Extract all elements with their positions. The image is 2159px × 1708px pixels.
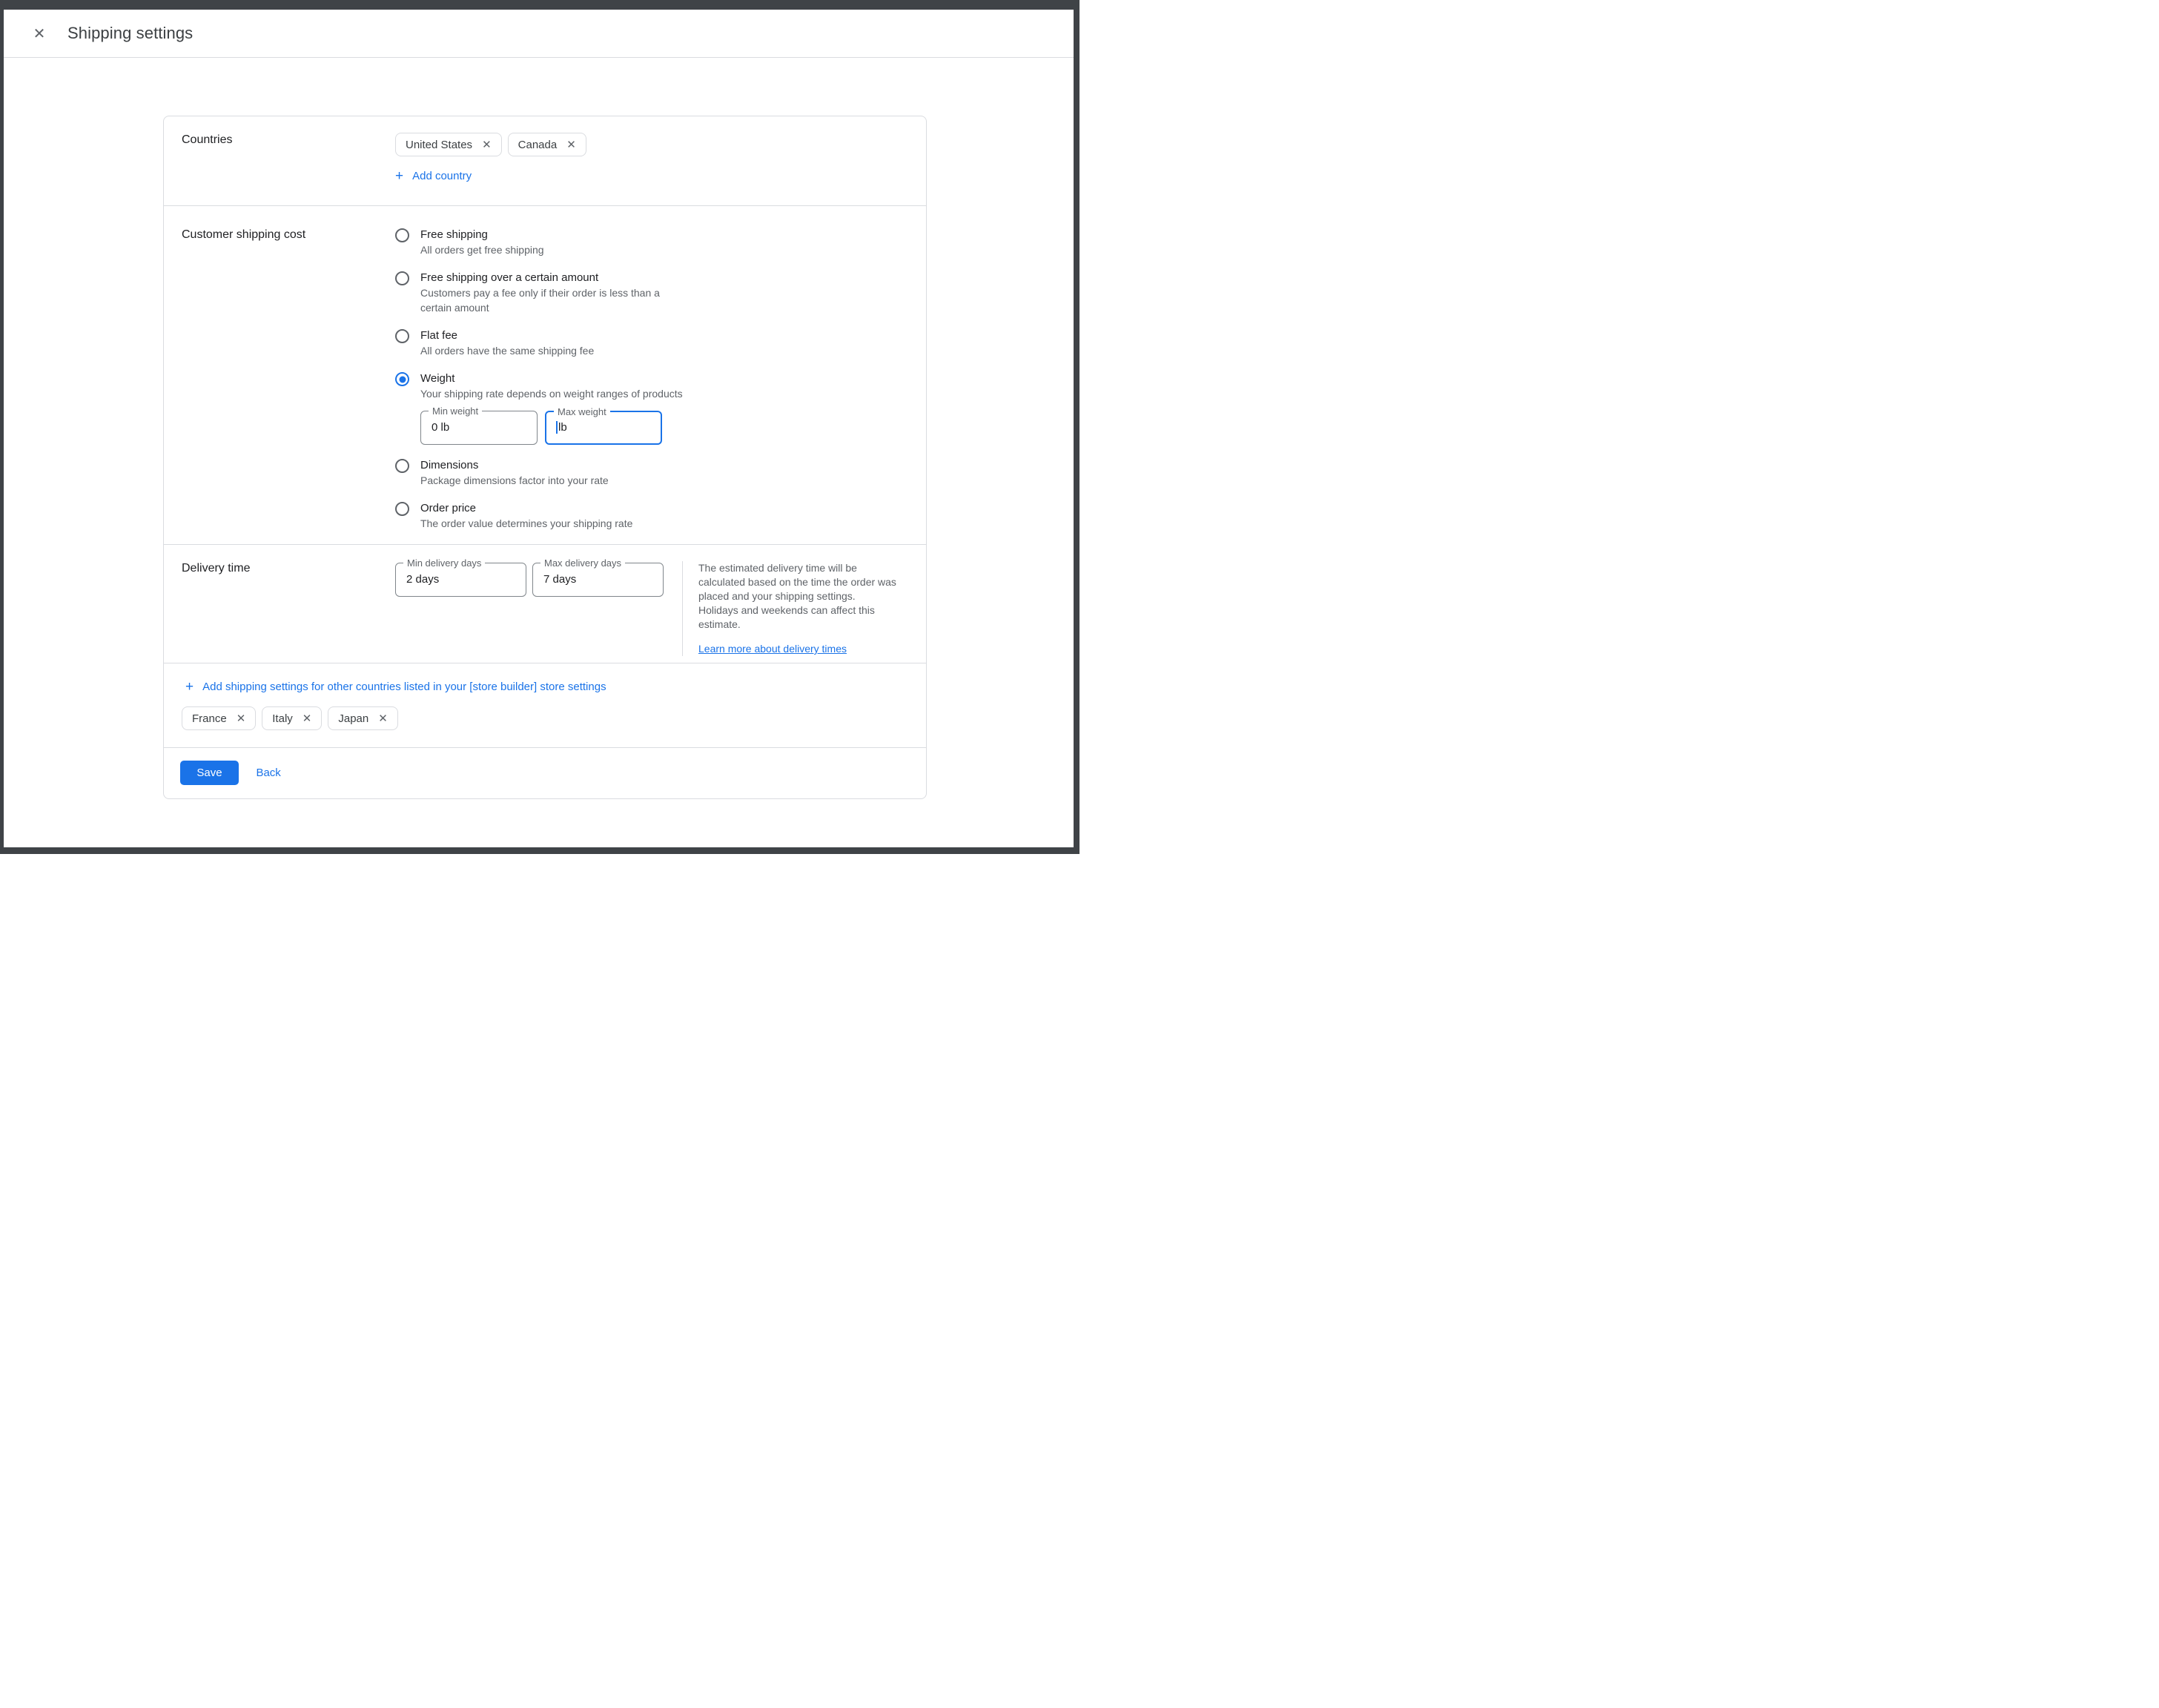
option-description: All orders get free shipping	[420, 242, 908, 257]
add-shipping-settings-label: Add shipping settings for other countrie…	[202, 681, 606, 693]
add-country-label: Add country	[412, 170, 472, 182]
max-delivery-days-field[interactable]: Max delivery days 7 days	[532, 563, 664, 597]
plus-icon: +	[395, 169, 403, 183]
shipping-cost-options: Free shipping All orders get free shippi…	[395, 228, 908, 531]
radio-order-price[interactable]	[395, 502, 409, 516]
country-chip-japan[interactable]: Japan ✕	[328, 706, 397, 730]
option-description: Your shipping rate depends on weight ran…	[420, 386, 908, 401]
option-title[interactable]: Free shipping	[420, 228, 908, 242]
max-weight-field[interactable]: Max weight lb	[545, 411, 662, 445]
option-description: The order value determines your shipping…	[420, 516, 908, 531]
remove-country-icon[interactable]: ✕	[482, 139, 492, 150]
option-description: Package dimensions factor into your rate	[420, 473, 908, 488]
countries-content: United States ✕ Canada ✕ + Add country	[395, 133, 908, 184]
delivery-note-wrap: The estimated delivery time will be calc…	[698, 561, 921, 656]
min-weight-field[interactable]: Min weight 0 lb	[420, 411, 538, 445]
max-delivery-days-label: Max delivery days	[540, 557, 625, 569]
vertical-divider	[682, 561, 683, 656]
chip-label: France	[192, 712, 227, 725]
back-button[interactable]: Back	[256, 767, 280, 779]
plus-icon: +	[185, 680, 194, 694]
countries-label: Countries	[182, 133, 395, 184]
other-countries-section: + Add shipping settings for other countr…	[164, 663, 926, 748]
shipping-settings-page: { "header": { "title": "Shipping setting…	[0, 0, 1080, 854]
shipping-settings-card: Countries United States ✕ Canada ✕ + Add…	[163, 116, 927, 799]
text-cursor	[556, 421, 558, 434]
country-chip-united-states[interactable]: United States ✕	[395, 133, 502, 156]
radio-free-over-amount[interactable]	[395, 271, 409, 285]
min-delivery-days-field[interactable]: Min delivery days 2 days	[395, 563, 526, 597]
close-icon[interactable]: ✕	[30, 24, 48, 42]
max-weight-label: Max weight	[554, 406, 610, 417]
learn-more-link[interactable]: Learn more about delivery times	[698, 642, 847, 656]
option-description: Customers pay a fee only if their order …	[420, 285, 908, 315]
option-description: All orders have the same shipping fee	[420, 343, 908, 358]
chip-label: United States	[406, 139, 472, 151]
radio-weight-selected[interactable]	[395, 372, 409, 386]
radio-dimensions[interactable]	[395, 459, 409, 473]
remove-country-icon[interactable]: ✕	[566, 139, 576, 150]
option-title[interactable]: Dimensions	[420, 458, 908, 473]
add-shipping-settings-link[interactable]: + Add shipping settings for other countr…	[185, 680, 606, 694]
option-free-over-amount: Free shipping over a certain amount Cust…	[395, 271, 908, 315]
remove-country-icon[interactable]: ✕	[237, 713, 246, 724]
min-weight-label: Min weight	[429, 406, 482, 417]
option-dimensions: Dimensions Package dimensions factor int…	[395, 458, 908, 488]
delivery-note-text: The estimated delivery time will be calc…	[698, 561, 921, 632]
country-chip-canada[interactable]: Canada ✕	[508, 133, 586, 156]
option-free-shipping: Free shipping All orders get free shippi…	[395, 228, 908, 257]
delivery-time-section: Delivery time Min delivery days 2 days M…	[164, 545, 926, 663]
chip-label: Italy	[272, 712, 293, 725]
radio-flat-fee[interactable]	[395, 329, 409, 343]
chip-label: Japan	[338, 712, 368, 725]
remove-country-icon[interactable]: ✕	[378, 713, 388, 724]
country-chip-france[interactable]: France ✕	[182, 706, 256, 730]
footer-actions: Save Back	[164, 748, 926, 798]
dialog-header: ✕ Shipping settings	[4, 10, 1074, 58]
option-title[interactable]: Free shipping over a certain amount	[420, 271, 908, 285]
chip-label: Canada	[518, 139, 558, 151]
add-country-button[interactable]: + Add country	[395, 169, 472, 183]
shipping-cost-label: Customer shipping cost	[182, 228, 395, 531]
save-button[interactable]: Save	[180, 761, 239, 785]
delivery-fields-row: Min delivery days 2 days Max delivery da…	[395, 563, 682, 656]
country-chip-italy[interactable]: Italy ✕	[262, 706, 322, 730]
delivery-time-label: Delivery time	[182, 561, 395, 656]
option-order-price: Order price The order value determines y…	[395, 501, 908, 531]
remove-country-icon[interactable]: ✕	[302, 713, 312, 724]
option-title[interactable]: Order price	[420, 501, 908, 516]
radio-free-shipping[interactable]	[395, 228, 409, 242]
option-title[interactable]: Weight	[420, 371, 908, 386]
max-weight-text: lb	[558, 421, 567, 434]
page-title: Shipping settings	[67, 24, 193, 43]
min-delivery-days-label: Min delivery days	[403, 557, 485, 569]
option-weight: Weight Your shipping rate depends on wei…	[395, 371, 908, 445]
shipping-cost-section: Customer shipping cost Free shipping All…	[164, 206, 926, 545]
add-country-row: + Add country	[395, 169, 908, 184]
countries-section: Countries United States ✕ Canada ✕ + Add…	[164, 116, 926, 206]
other-countries-chip-row: France ✕ Italy ✕ Japan ✕	[182, 706, 908, 730]
option-title[interactable]: Flat fee	[420, 328, 908, 343]
countries-chip-row: United States ✕ Canada ✕	[395, 133, 908, 156]
delivery-content: Min delivery days 2 days Max delivery da…	[395, 561, 921, 656]
weight-fields-row: Min weight 0 lb Max weight lb	[420, 411, 908, 445]
option-flat-fee: Flat fee All orders have the same shippi…	[395, 328, 908, 358]
